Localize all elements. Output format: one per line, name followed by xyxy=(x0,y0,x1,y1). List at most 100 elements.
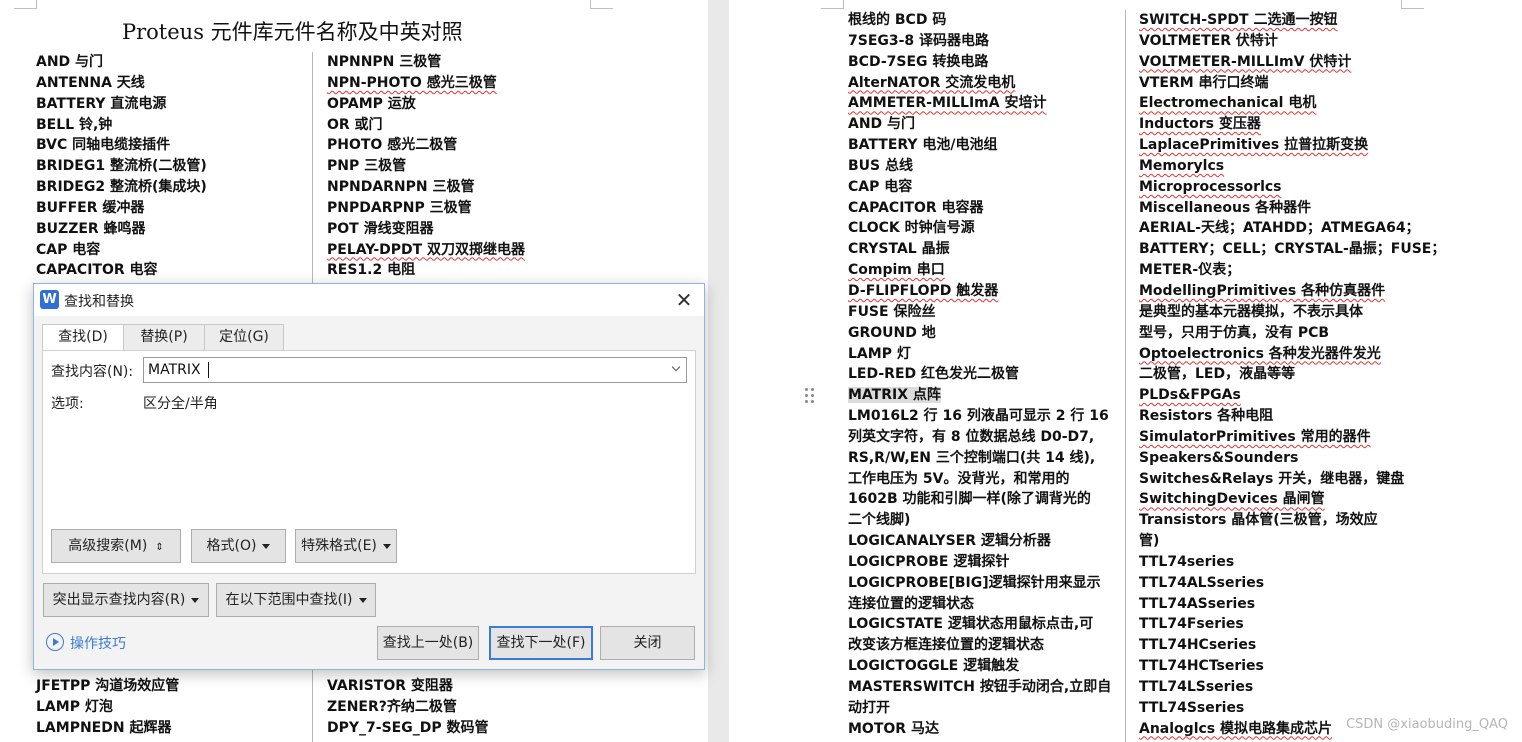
document-line: BVC 同轴电缆接插件 xyxy=(36,135,207,156)
document-line-text: Electromechanical 电机 xyxy=(1139,95,1317,112)
chevron-down-icon[interactable] xyxy=(672,365,680,373)
document-line-text: RES1.2 电阻 xyxy=(327,262,416,279)
document-line-text: BATTERY 直流电源 xyxy=(36,95,167,112)
document-line-text: Optoelectronics 各种发光器件发光 xyxy=(1139,345,1381,362)
highlight-results-button[interactable]: 突出显示查找内容(R) xyxy=(43,583,209,617)
tab-find[interactable]: 查找(D) xyxy=(42,324,124,351)
document-line: ANTENNA 天线 xyxy=(36,73,207,94)
document-line-text: TTL74HCTseries xyxy=(1139,658,1264,675)
find-previous-button[interactable]: 查找上一处(B) xyxy=(377,626,479,660)
document-line-text: LAMP 灯泡 xyxy=(36,698,113,715)
drag-handle-icon[interactable] xyxy=(804,387,816,405)
document-line-text: TTL74ALSseries xyxy=(1139,574,1265,591)
close-icon[interactable]: ✕ xyxy=(672,288,696,312)
wps-app-icon: W xyxy=(40,290,59,309)
tips-link[interactable]: 操作技巧 xyxy=(46,633,126,653)
document-line-text: JFETPP 沟道场效应管 xyxy=(36,678,180,694)
document-line-text: LAMPNEDN 起辉器 xyxy=(36,719,172,736)
document-line: AERIAL-天线；ATAHDD；ATMEGA64； xyxy=(1139,218,1445,239)
document-line-text: Miscellaneous 各种器件 xyxy=(1139,199,1312,216)
document-line: LAMP 灯 xyxy=(848,344,1111,365)
format-button[interactable]: 格式(O) xyxy=(191,529,286,563)
tab-goto[interactable]: 定位(G) xyxy=(204,324,284,350)
right-column-1: 根线的 BCD 码 7SEG3-8 译码器电路 BCD-7SEG 转换电路 Alter… xyxy=(848,10,1111,740)
document-line: Electromechanical 电机 xyxy=(1139,93,1445,114)
document-line: 是典型的基本元器模拟，不表示具体 xyxy=(1139,302,1445,323)
toggle-arrows-icon: ⇕ xyxy=(155,542,164,553)
document-line: Memorylcs xyxy=(1139,156,1445,177)
document-line: Speakers&Sounders xyxy=(1139,448,1445,469)
find-in-scope-label: 在以下范围中查找(I) xyxy=(225,592,353,608)
column-divider xyxy=(1125,10,1126,742)
document-line: OR 或门 xyxy=(327,115,525,136)
document-line: AMMETER-MILLImA 安培计 xyxy=(848,93,1111,114)
document-line-text: BUS 总线 xyxy=(848,157,913,174)
document-line: BATTERY；CELL；CRYSTAL-晶振；FUSE； xyxy=(1139,239,1445,260)
document-line: DPY_7-SEG_DP 数码管 xyxy=(327,718,488,739)
document-line-text: Compim 串口 xyxy=(848,262,945,279)
dialog-titlebar[interactable]: W 查找和替换 ✕ xyxy=(34,284,704,316)
advanced-search-button[interactable]: 高级搜索(M) ⇕ xyxy=(51,529,181,563)
find-replace-dialog: W 查找和替换 ✕ 查找(D) 替换(P) 定位(G) 查找内容(N): 选项:… xyxy=(33,283,705,670)
document-line-text: GROUND 地 xyxy=(848,324,936,341)
document-line-text: CAP 电容 xyxy=(36,241,101,258)
document-line-text: MASTERSWITCH 按钮手动闭合,立即自 xyxy=(848,679,1112,695)
document-line-text: TTL74HCseries xyxy=(1139,637,1257,654)
document-line-text: ANTENNA 天线 xyxy=(36,74,145,91)
document-line-text: 动打开 xyxy=(848,699,890,716)
document-line: 管) xyxy=(1139,531,1445,552)
document-line-text: BRIDEG2 整流桥(集成块) xyxy=(36,179,207,196)
document-line: LOGICSTATE 逻辑状态用鼠标点击,可 xyxy=(848,614,1111,635)
document-line: LM016L2 行 16 列液晶可显示 2 行 16 xyxy=(848,406,1111,427)
document-line-text: Speakers&Sounders xyxy=(1139,449,1299,466)
document-line: METER-仪表； xyxy=(1139,260,1445,281)
document-line: PNP 三极管 xyxy=(327,156,525,177)
dropdown-arrow-icon xyxy=(262,543,271,549)
document-line: BATTERY 直流电源 xyxy=(36,94,207,115)
document-line: Transistors 晶体管(三极管，场效应 xyxy=(1139,510,1445,531)
find-in-scope-button[interactable]: 在以下范围中查找(I) xyxy=(216,583,376,617)
document-line: BRIDEG1 整流桥(二极管) xyxy=(36,156,207,177)
document-line: VOLTMETER-MILLImV 伏特计 xyxy=(1139,52,1445,73)
document-line-text: PHOTO 感光二极管 xyxy=(327,137,458,154)
play-circle-icon xyxy=(46,633,64,651)
find-next-button[interactable]: 查找下一处(F) xyxy=(489,626,593,660)
document-line-text: BELL 铃,钟 xyxy=(36,116,113,133)
document-line-text: CAP 电容 xyxy=(848,178,913,195)
document-line-text: VTERM 串行口终端 xyxy=(1139,74,1269,91)
document-line: 改变该方框连接位置的逻辑状态 xyxy=(848,635,1111,656)
document-line: 根线的 BCD 码 xyxy=(848,10,1111,31)
document-line-text: 改变该方框连接位置的逻辑状态 xyxy=(848,637,1044,654)
document-line-text: LED-RED 红色发光二极管 xyxy=(848,366,1020,383)
dropdown-arrow-icon xyxy=(382,543,391,549)
document-line: LOGICPROBE 逻辑探针 xyxy=(848,552,1111,573)
document-line: AND 与门 xyxy=(848,114,1111,135)
document-line-text: SwitchingDevices 晶闸管 xyxy=(1139,491,1325,508)
document-line: POT 滑线变阻器 xyxy=(327,219,525,240)
document-line: CAP 电容 xyxy=(848,177,1111,198)
document-line: LaplacePrimitives 拉普拉斯变换 xyxy=(1139,135,1445,156)
document-line: SwitchingDevices 晶闸管 xyxy=(1139,489,1445,510)
left-column-2-bottom: VARISTOR 变阻器 ZENER?齐纳二极管 DPY_7-SEG_DP 数码管 xyxy=(327,676,488,739)
close-button[interactable]: 关闭 xyxy=(600,626,695,660)
find-input[interactable] xyxy=(148,358,658,382)
special-format-button[interactable]: 特殊格式(E) xyxy=(295,529,397,563)
document-line: NPNDARNPN 三极管 xyxy=(327,177,525,198)
document-line: ModellingPrimitives 各种仿真器件 xyxy=(1139,281,1445,302)
document-line: BRIDEG2 整流桥(集成块) xyxy=(36,177,207,198)
page-corner-mark xyxy=(821,0,844,9)
tab-replace[interactable]: 替换(P) xyxy=(123,324,205,350)
document-line-text: LaplacePrimitives 拉普拉斯变换 xyxy=(1139,137,1369,154)
document-line: MASTERSWITCH 按钮手动闭合,立即自 xyxy=(848,677,1111,698)
find-combobox[interactable] xyxy=(143,357,687,383)
document-line: TTL74Sseries xyxy=(1139,698,1445,719)
document-line: LOGICANALYSER 逻辑分析器 xyxy=(848,531,1111,552)
document-line: TTL74HCTseries xyxy=(1139,656,1445,677)
document-page-right: 根线的 BCD 码 7SEG3-8 译码器电路 BCD-7SEG 转换电路 Alter… xyxy=(729,0,1522,742)
document-line-text: ZENER?齐纳二极管 xyxy=(327,698,457,715)
document-line: Resistors 各种电阻 xyxy=(1139,406,1445,427)
document-line-text: Switches&Relays 开关，继电器，键盘 xyxy=(1139,470,1405,487)
page-corner-mark xyxy=(1401,0,1424,9)
document-line-text: PNPDARPNP 三极管 xyxy=(327,199,472,216)
document-line: 型号，只用于仿真，没有 PCB xyxy=(1139,323,1445,344)
